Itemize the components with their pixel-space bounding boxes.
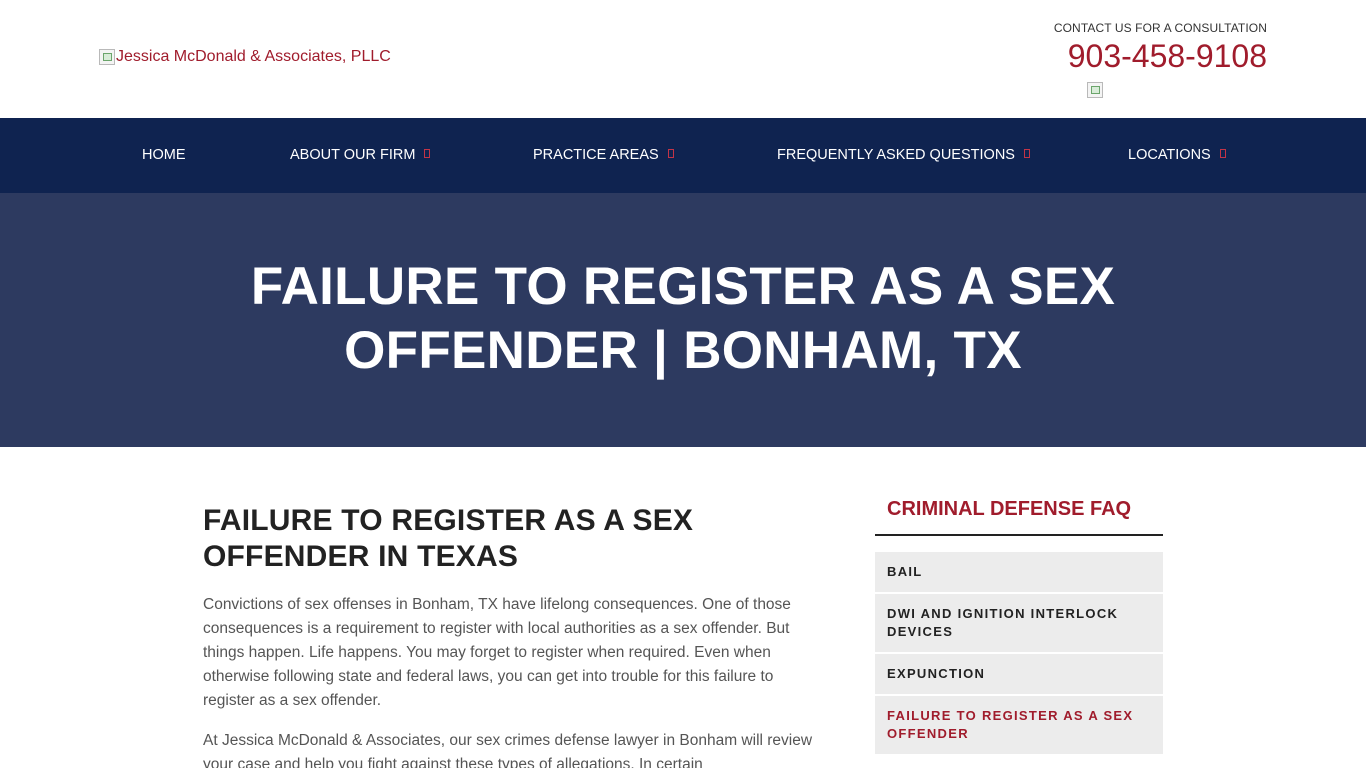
dropdown-caret-icon <box>1023 149 1030 158</box>
logo-alt-text: Jessica McDonald & Associates, PLLC <box>116 48 391 65</box>
dropdown-caret-icon <box>424 149 431 158</box>
page-title-line-2: OFFENDER | BONHAM, TX <box>344 321 1022 380</box>
hero-banner: FAILURE TO REGISTER AS A SEX OFFENDER | … <box>0 193 1366 447</box>
nav-item-locations[interactable]: LOCATIONS <box>1128 118 1226 193</box>
nav-item-label: LOCATIONS <box>1128 147 1211 163</box>
sidebar-item-bail[interactable]: BAIL <box>875 552 1163 592</box>
article-heading-line-2: OFFENDER IN TEXAS <box>203 540 519 573</box>
sidebar-item-failure-to-register[interactable]: FAILURE TO REGISTER AS A SEX OFFENDER <box>875 696 1163 754</box>
nav-item-label: PRACTICE AREAS <box>533 147 659 163</box>
nav-item-label: HOME <box>142 147 186 163</box>
site-header: Jessica McDonald & Associates, PLLC CONT… <box>0 0 1366 118</box>
main-content: FAILURE TO REGISTER AS A SEX OFFENDER IN… <box>203 503 823 768</box>
contact-label: CONTACT US FOR A CONSULTATION <box>1053 21 1267 35</box>
nav-item-home[interactable]: HOME <box>142 118 186 193</box>
article-paragraph: At Jessica McDonald & Associates, our se… <box>203 732 813 768</box>
sidebar-title: CRIMINAL DEFENSE FAQ <box>875 497 1163 536</box>
sidebar-list: BAIL DWI AND IGNITION INTERLOCK DEVICES … <box>875 552 1163 754</box>
sidebar: CRIMINAL DEFENSE FAQ BAIL DWI AND IGNITI… <box>875 497 1163 756</box>
article-heading: FAILURE TO REGISTER AS A SEX OFFENDER IN… <box>203 503 823 575</box>
dropdown-caret-icon <box>667 149 674 158</box>
broken-image-icon <box>99 49 115 65</box>
sidebar-item-expunction[interactable]: EXPUNCTION <box>875 654 1163 694</box>
nav-item-about-our-firm[interactable]: ABOUT OUR FIRM <box>290 118 431 193</box>
page-title-line-1: FAILURE TO REGISTER AS A SEX <box>250 257 1116 316</box>
nav-item-faq[interactable]: FREQUENTLY ASKED QUESTIONS <box>777 118 1030 193</box>
article-heading-line-1: FAILURE TO REGISTER AS A SEX <box>203 504 694 537</box>
logo-link[interactable]: Jessica McDonald & Associates, PLLC <box>99 48 391 66</box>
page-title: FAILURE TO REGISTER AS A SEX OFFENDER | … <box>183 255 1183 383</box>
nav-item-label: FREQUENTLY ASKED QUESTIONS <box>777 147 1015 163</box>
article-paragraph: Convictions of sex offenses in Bonham, T… <box>203 596 791 709</box>
nav-item-label: ABOUT OUR FIRM <box>290 147 416 163</box>
main-nav: HOME ABOUT OUR FIRM PRACTICE AREAS FREQU… <box>0 118 1366 193</box>
dropdown-caret-icon <box>1219 149 1226 158</box>
broken-image-icon <box>1087 82 1103 98</box>
sidebar-item-dwi-ignition-interlock[interactable]: DWI AND IGNITION INTERLOCK DEVICES <box>875 594 1163 652</box>
nav-item-practice-areas[interactable]: PRACTICE AREAS <box>533 118 674 193</box>
phone-link[interactable]: 903-458-9108 <box>1054 37 1267 75</box>
contact-block: CONTACT US FOR A CONSULTATION 903-458-91… <box>1054 21 1267 75</box>
